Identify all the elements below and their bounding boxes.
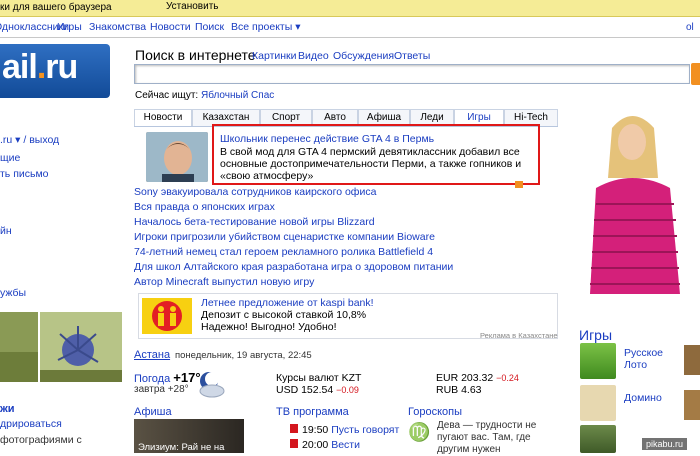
game-russian-loto[interactable]: Русское Лото xyxy=(624,347,674,371)
logout-link[interactable]: .ru ▾ / выход xyxy=(0,134,59,146)
afisha-section-title[interactable]: Афиша xyxy=(134,406,172,418)
left-text: фотографиями с xyxy=(0,434,82,446)
account-links[interactable]: .ru ▾ / выход xyxy=(0,134,59,146)
nav-right-link[interactable]: ol xyxy=(686,22,694,33)
watermark: pikabu.ru xyxy=(642,438,688,450)
write-letter-link[interactable]: ть письмо xyxy=(0,168,49,180)
headline-title[interactable]: Школьник перенес действие GTA 4 в Пермь xyxy=(220,133,434,145)
install-button[interactable]: Установить xyxy=(166,1,219,12)
news-item[interactable]: Автор Minecraft выпустил новую игру xyxy=(134,276,314,288)
headline-photo[interactable] xyxy=(146,132,208,182)
search-tab-discussions[interactable]: Обсуждения xyxy=(333,50,394,62)
game-domino[interactable]: Домино xyxy=(624,392,662,404)
ad-woman-photo[interactable] xyxy=(570,108,700,294)
search-input[interactable] xyxy=(134,64,690,84)
virgo-icon[interactable]: ♍ xyxy=(408,422,430,443)
left-link-2[interactable]: щие xyxy=(0,152,20,164)
currency-title[interactable]: Курсы валют KZT xyxy=(276,372,361,384)
domino-icon[interactable] xyxy=(580,385,616,421)
city-selector[interactable]: Астана xyxy=(134,349,170,361)
left-section-title[interactable]: жи xyxy=(0,403,15,415)
search-title: Поиск в интернете xyxy=(135,47,256,63)
news-item[interactable]: 74-летний немец стал героем рекламного р… xyxy=(134,246,433,258)
tab-news[interactable]: Новости xyxy=(134,109,192,126)
promo-text: ки для вашего браузера xyxy=(0,2,112,13)
game-icon-3[interactable] xyxy=(580,425,616,453)
news-item[interactable]: Началось бета-тестирование новой игры Bl… xyxy=(134,216,375,228)
tv-section-title[interactable]: ТВ программа xyxy=(276,406,349,418)
search-button[interactable] xyxy=(691,63,700,85)
ad-line-2: Депозит с высокой ставкой 10,8% xyxy=(201,309,367,321)
news-item[interactable]: Sony эвакуировала сотрудников каирского … xyxy=(134,186,376,198)
horoscope-section-title[interactable]: Гороскопы xyxy=(408,406,462,418)
kaspi-ad-icon[interactable] xyxy=(142,298,192,334)
search-tab-images[interactable]: Картинки xyxy=(252,50,297,62)
news-item[interactable]: Игроки пригрозили убийством сценаристке … xyxy=(134,231,435,243)
headline-text: В свой мод для GTA 4 пермский девятиклас… xyxy=(220,146,522,182)
russian-loto-icon[interactable] xyxy=(580,343,616,379)
nav-item-all-projects[interactable]: Все проекты ▾ xyxy=(231,21,300,33)
register-link[interactable]: дрироваться xyxy=(0,418,62,430)
portal-top-nav: Одноклассники Игры Знакомства Новости По… xyxy=(0,17,700,38)
nav-item-dating[interactable]: Знакомства xyxy=(89,21,146,33)
games-title[interactable]: Игры xyxy=(579,327,612,343)
ad-title[interactable]: Летнее предложение от kaspi bank! xyxy=(201,297,374,309)
nav-item-news[interactable]: Новости xyxy=(150,21,191,33)
left-link-4[interactable]: йн xyxy=(0,225,12,237)
eur-rate: EUR 203.32 −0.24 xyxy=(436,372,519,384)
trending-link[interactable]: Яблочный Спас xyxy=(201,90,274,101)
ad-footer: Реклама в Казахстане xyxy=(480,331,558,340)
nav-item-search[interactable]: Поиск xyxy=(195,21,224,33)
ad-line-3: Надежно! Выгодно! Удобно! xyxy=(201,321,337,333)
game-thumb-right[interactable] xyxy=(684,390,700,420)
search-tab-video[interactable]: Видео xyxy=(298,50,329,62)
photo-thumbnails[interactable] xyxy=(0,312,122,382)
search-tab-answers[interactable]: Ответы xyxy=(394,50,430,62)
game-thumb-right[interactable] xyxy=(684,345,700,375)
tv-item[interactable]: 20:00 Вести xyxy=(290,439,360,451)
news-item[interactable]: Для школ Алтайского края разработана игр… xyxy=(134,261,453,273)
trending-search: Сейчас ищут: Яблочный Спас xyxy=(135,90,275,101)
services-link[interactable]: ужбы xyxy=(0,287,26,299)
logo-text: ail.ru xyxy=(2,48,78,86)
nav-item-games[interactable]: Игры xyxy=(57,21,82,33)
tv-item[interactable]: 19:50 Пусть говорят xyxy=(290,424,399,436)
more-news-badge[interactable] xyxy=(515,181,523,188)
rub-rate: RUB 4.63 xyxy=(436,384,482,396)
news-item[interactable]: Вся правда о японских играх xyxy=(134,201,275,213)
horoscope-text: Дева — трудности не пугают вас. Там, где… xyxy=(437,420,537,455)
current-date: понедельник, 19 августа, 22:45 xyxy=(175,350,312,361)
weather-tomorrow: завтра +28° xyxy=(134,384,189,395)
afisha-caption[interactable]: Элизиум: Рай не на xyxy=(138,442,224,453)
weather-link[interactable]: Погода +17° xyxy=(134,370,201,385)
moon-cloud-icon xyxy=(199,372,225,398)
usd-rate: USD 152.54 −0.09 xyxy=(276,384,359,396)
